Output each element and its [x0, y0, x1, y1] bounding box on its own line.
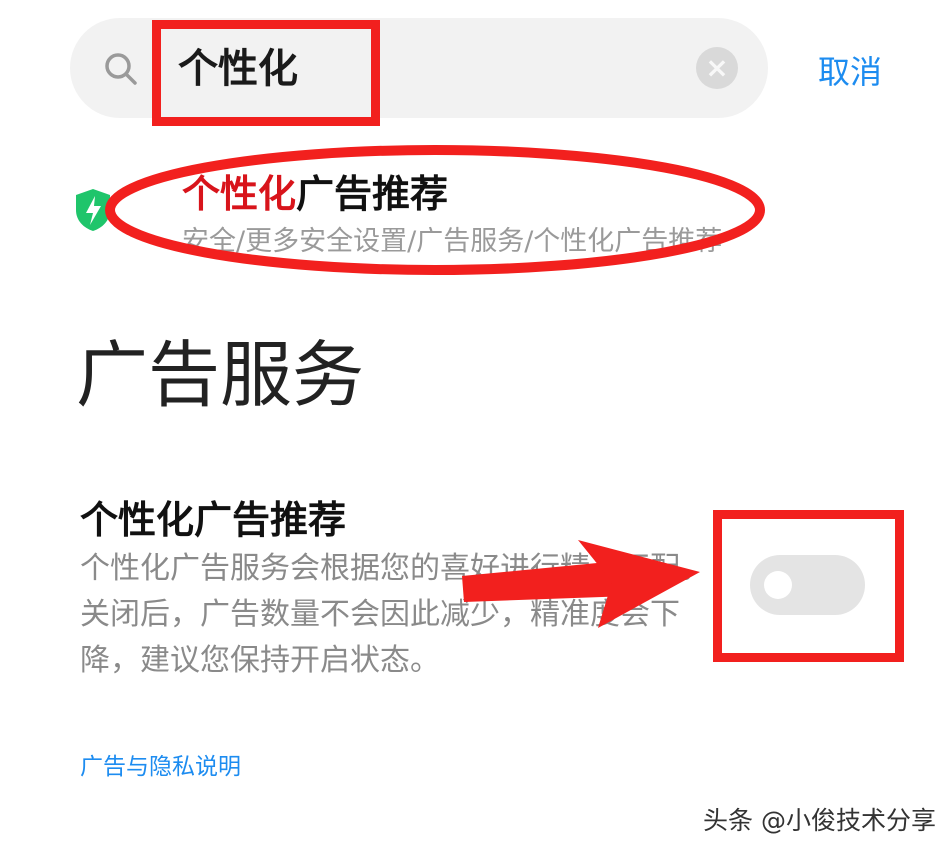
annotation-box-search [152, 20, 380, 126]
clear-icon[interactable]: × [696, 47, 738, 89]
shield-bolt-icon [76, 189, 110, 231]
setting-description: 个性化广告服务会根据您的喜好进行精准匹配。关闭后，广告数量不会因此减少，精准度会… [80, 551, 710, 678]
result-title-highlight: 个性化 [182, 172, 297, 216]
result-title-rest: 广告推荐 [296, 172, 449, 216]
search-result-path: 安全/更多安全设置/广告服务/个性化广告推荐 [182, 226, 723, 257]
search-result-title[interactable]: 个性化广告推荐 [182, 170, 448, 218]
setting-title: 个性化广告推荐 [80, 498, 347, 542]
cancel-button[interactable]: 取消 [818, 52, 882, 92]
annotation-box-toggle [713, 510, 904, 662]
search-icon [105, 53, 137, 85]
page-title: 广告服务 [76, 333, 365, 417]
privacy-link[interactable]: 广告与隐私说明 [80, 752, 241, 782]
watermark: 头条 @小俊技术分享 [703, 806, 936, 835]
annotation-overlay [105, 145, 765, 628]
